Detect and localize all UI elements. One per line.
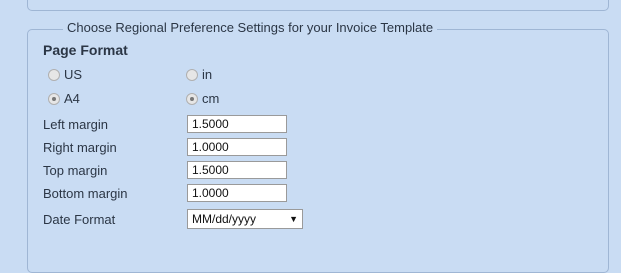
radio-us[interactable]: US: [48, 67, 82, 82]
radio-a4[interactable]: A4: [48, 91, 80, 106]
date-format-label: Date Format: [43, 212, 116, 227]
radio-us-label: US: [64, 67, 83, 82]
radio-cm-button[interactable]: [186, 92, 198, 105]
chevron-down-icon: ▼: [289, 214, 298, 224]
top-margin-input[interactable]: 1.5000: [187, 161, 287, 179]
radio-cm[interactable]: cm: [186, 91, 219, 106]
date-format-value: MM/dd/yyyy: [192, 212, 257, 226]
radio-a4-button[interactable]: [48, 92, 60, 105]
top-panel: [27, 0, 609, 11]
left-margin-input[interactable]: 1.5000: [187, 115, 287, 133]
radio-in-label: in: [202, 67, 213, 82]
left-margin-label: Left margin: [43, 117, 109, 132]
radio-cm-label: cm: [202, 91, 220, 106]
bottom-margin-label: Bottom margin: [43, 186, 128, 201]
page-format-title: Page Format: [43, 42, 128, 58]
right-margin-input[interactable]: 1.0000: [187, 138, 287, 156]
fieldset-legend: Choose Regional Preference Settings for …: [63, 20, 438, 35]
top-margin-label: Top margin: [43, 163, 108, 178]
right-margin-label: Right margin: [43, 140, 117, 155]
radio-in[interactable]: in: [186, 67, 212, 82]
radio-us-button[interactable]: [48, 68, 60, 81]
radio-a4-label: A4: [64, 91, 80, 106]
radio-in-button[interactable]: [186, 68, 198, 81]
bottom-margin-input[interactable]: 1.0000: [187, 184, 287, 202]
date-format-select[interactable]: MM/dd/yyyy ▼: [187, 209, 303, 229]
